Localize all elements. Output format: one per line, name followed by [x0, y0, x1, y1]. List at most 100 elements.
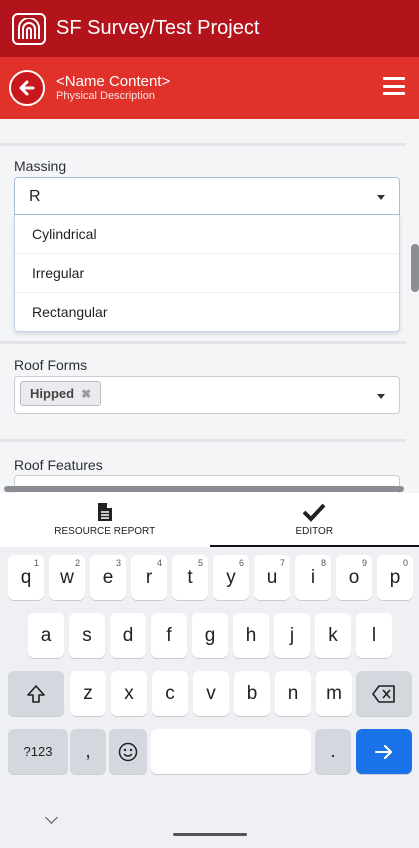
period-key[interactable]: . [315, 729, 351, 774]
key-label: q [20, 566, 32, 588]
key-label: l [371, 624, 377, 646]
horizontal-scrollbar[interactable] [4, 486, 404, 492]
page-heading: <Name Content> Physical Description [56, 73, 170, 103]
key-j[interactable]: j [274, 613, 310, 658]
vertical-scrollbar[interactable] [411, 244, 419, 292]
key-label: r [145, 566, 153, 588]
key-label: t [187, 566, 193, 588]
document-icon [97, 503, 112, 521]
selected-chip: Hipped ✖ [20, 381, 102, 406]
enter-key[interactable] [356, 729, 412, 774]
key-n[interactable]: n [275, 671, 311, 716]
key-hint: 0 [402, 558, 408, 568]
shift-key[interactable] [8, 671, 64, 716]
key-d[interactable]: d [110, 613, 146, 658]
key-label: m [326, 682, 342, 704]
key-i[interactable]: i8 [295, 555, 331, 600]
checkmark-icon [302, 503, 326, 522]
chevron-down-icon [377, 195, 385, 200]
roof-forms-select[interactable]: Hipped ✖ [14, 376, 400, 414]
key-label: s [82, 624, 92, 646]
shift-icon [27, 684, 45, 703]
massing-option[interactable]: Rectangular [15, 293, 399, 332]
tab-resource-report[interactable]: RESOURCE REPORT [0, 493, 210, 547]
massing-option[interactable]: Irregular [15, 254, 399, 293]
key-y[interactable]: y6 [213, 555, 249, 600]
key-hint: 2 [74, 558, 80, 568]
tab-label: EDITOR [295, 526, 334, 537]
massing-options-list: Cylindrical Irregular Rectangular [14, 215, 400, 332]
massing-select[interactable] [14, 177, 400, 215]
massing-search-input[interactable] [29, 186, 329, 208]
on-screen-keyboard: ?123 , . q1w2e3r4t5y6u7i8o9p0asdfghjklzx… [0, 547, 419, 848]
comma-key[interactable]: , [70, 729, 106, 774]
key-s[interactable]: s [69, 613, 105, 658]
key-label: p [389, 566, 401, 588]
key-o[interactable]: o9 [336, 555, 372, 600]
key-label: k [328, 624, 338, 646]
key-hint: 3 [115, 558, 121, 568]
backspace-icon [372, 684, 395, 703]
key-label: e [102, 566, 114, 588]
key-label: v [206, 682, 216, 704]
key-k[interactable]: k [315, 613, 351, 658]
backspace-key[interactable] [356, 671, 412, 716]
key-f[interactable]: f [151, 613, 187, 658]
roof-features-label: Roof Features [14, 457, 103, 473]
key-label: a [40, 624, 52, 646]
key-hint: 5 [197, 558, 203, 568]
key-label: f [166, 624, 172, 646]
key-b[interactable]: b [234, 671, 270, 716]
key-x[interactable]: x [111, 671, 147, 716]
app-title: SF Survey/Test Project [56, 17, 260, 39]
key-p[interactable]: p0 [377, 555, 413, 600]
massing-option[interactable]: Cylindrical [15, 215, 399, 254]
key-label: n [287, 682, 299, 704]
key-w[interactable]: w2 [49, 555, 85, 600]
key-q[interactable]: q1 [8, 555, 44, 600]
back-button[interactable] [9, 70, 45, 106]
key-u[interactable]: u7 [254, 555, 290, 600]
keyboard-hide-chevron-icon[interactable] [45, 811, 58, 824]
key-label: i [310, 566, 316, 588]
divider [0, 439, 406, 442]
back-arrow-icon [19, 80, 35, 96]
chip-label: Hipped [30, 386, 75, 401]
app-screen: SF Survey/Test Project <Name Content> Ph… [0, 0, 419, 848]
key-m[interactable]: m [316, 671, 352, 716]
key-z[interactable]: z [70, 671, 106, 716]
key-c[interactable]: c [152, 671, 188, 716]
tab-editor[interactable]: EDITOR [209, 493, 419, 547]
key-e[interactable]: e3 [90, 555, 126, 600]
divider [0, 341, 406, 344]
roof-forms-label: Roof Forms [14, 357, 88, 373]
emoji-key[interactable] [109, 729, 147, 774]
key-label: g [204, 624, 216, 646]
home-indicator[interactable] [173, 833, 247, 836]
section-name: Physical Description [56, 90, 156, 103]
key-v[interactable]: v [193, 671, 229, 716]
arch-logo-icon [12, 12, 46, 45]
key-label: c [165, 682, 175, 704]
hamburger-menu-icon[interactable] [383, 77, 405, 95]
key-label: j [289, 624, 295, 646]
space-key[interactable] [151, 729, 311, 774]
key-label: d [122, 624, 134, 646]
key-l[interactable]: l [356, 613, 392, 658]
symbols-key[interactable]: ?123 [8, 729, 68, 774]
key-label: b [246, 682, 258, 704]
chip-remove-icon[interactable]: ✖ [81, 387, 91, 401]
key-label: o [348, 566, 360, 588]
key-g[interactable]: g [192, 613, 228, 658]
key-h[interactable]: h [233, 613, 269, 658]
key-hint: 9 [361, 558, 367, 568]
key-hint: 8 [320, 558, 326, 568]
physical-description-form: Massing Cylindrical Irregular Rectangula… [0, 119, 419, 493]
key-r[interactable]: r4 [131, 555, 167, 600]
key-hint: 7 [279, 558, 285, 568]
key-t[interactable]: t5 [172, 555, 208, 600]
key-a[interactable]: a [28, 613, 64, 658]
emoji-icon [118, 742, 138, 761]
key-hint: 4 [156, 558, 162, 568]
key-hint: 6 [238, 558, 244, 568]
